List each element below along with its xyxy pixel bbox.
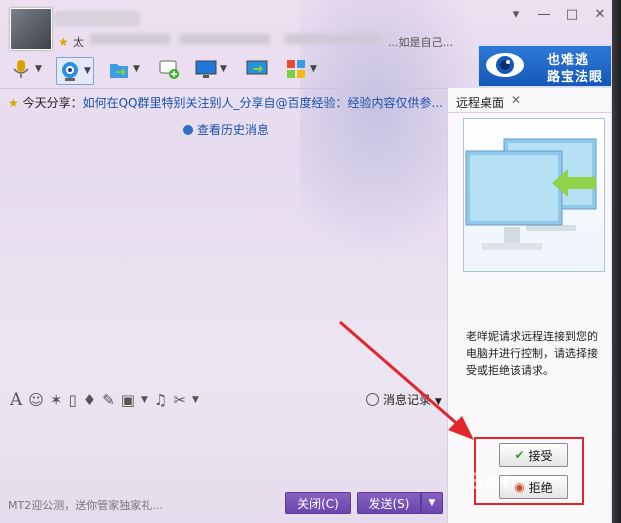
signature-blurred [90,34,170,44]
tab-remote-desktop[interactable]: 远程桌面 [456,94,504,111]
image-icon[interactable]: ▣ [121,391,135,409]
message-record-button[interactable]: 消息记录 ▼ [366,391,442,408]
share-star-icon: ★ [8,96,19,110]
create-group-tool[interactable] [158,57,180,81]
screen-share-icon [195,60,217,78]
eye-icon [486,53,524,77]
chevron-down-icon[interactable]: ▼ [435,397,442,407]
clock-icon [183,125,193,135]
clock-icon [366,393,379,406]
signature-blurred [285,34,380,44]
chevron-down-icon[interactable]: ▼ [35,64,42,74]
voice-call-tool[interactable]: ▼ [10,57,42,81]
voice-message-icon[interactable]: ♦ [83,391,96,409]
qq-chat-window: ★ 太 ...如是自己... ▾ — □ ✕ 也难逃 路宝法眼 ▼ ▼ ▼ ▼ … [0,0,612,523]
footer-ad-link[interactable]: MT2迎公测，送你管家独家礼... [8,497,163,513]
remote-desktop-illustration [463,118,605,272]
file-transfer-icon [110,64,128,78]
emoji-icon[interactable]: ☺ [28,391,44,409]
microphone-icon [13,60,29,78]
screen-share-tool[interactable]: ▼ [195,57,227,81]
font-icon[interactable]: A [10,390,22,410]
share-label: 今天分享： [22,96,83,110]
file-transfer-tool[interactable]: ▼ [108,57,140,81]
signature-text: ...如是自己... [388,36,453,49]
apps-icon [287,60,305,78]
chevron-down-icon: ▼ [428,498,436,508]
ad-line-2: 路宝法眼 [547,70,604,85]
edit-icon[interactable]: ✎ [102,391,115,409]
signature-blurred [180,34,270,44]
video-call-tool[interactable]: ▼ [56,57,94,85]
star-icon: ★ [58,35,69,49]
remote-desktop-tool[interactable] [246,57,268,81]
scissors-icon[interactable]: ✂ [173,391,186,409]
send-options-button[interactable]: ▼ [421,492,443,514]
shake-window-icon[interactable]: ▯ [69,391,77,409]
history-label: 查看历史消息 [197,123,270,137]
view-history-link[interactable]: 查看历史消息 [183,121,269,138]
avatar[interactable] [10,8,52,50]
create-group-icon [159,60,179,79]
maximize-button[interactable]: □ [561,6,583,24]
message-input[interactable] [0,413,446,488]
daily-share-bar: ★ 今天分享：如何在QQ群里特别关注别人_分享自@百度经验：经验内容仅供参... [8,94,448,110]
contact-name-blurred [54,11,140,27]
panel-divider [448,112,611,113]
window-menu-button[interactable]: ▾ [505,6,527,24]
close-window-button[interactable]: ✕ [589,6,611,24]
remote-request-message: 老咩妮请求远程连接到您的电脑并进行控制，请选择接受或拒绝该请求。 [466,330,598,377]
message-record-label: 消息记录 [383,393,432,407]
music-icon[interactable]: ♫ [154,391,167,409]
close-chat-button[interactable]: 关闭(C) [285,492,351,514]
ad-banner[interactable]: 也难逃 路宝法眼 [478,45,612,87]
send-button[interactable]: 发送(S) [357,492,421,514]
chevron-down-icon[interactable]: ▼ [141,395,148,405]
chevron-down-icon[interactable]: ▼ [220,64,227,74]
chevron-down-icon[interactable]: ▼ [133,64,140,74]
close-icon[interactable]: ✕ [511,93,521,107]
share-link[interactable]: 如何在QQ群里特别关注别人_分享自@百度经验：经验内容仅供参... [83,96,443,110]
background-desktop-strip [612,0,621,523]
video-call-icon [62,62,78,81]
minimize-button[interactable]: — [533,6,555,24]
magic-wand-icon[interactable]: ✶ [50,391,63,409]
chevron-down-icon[interactable]: ▼ [192,395,199,405]
signature-text: 太 [73,36,84,49]
apps-tool[interactable]: ▼ [285,57,317,81]
chevron-down-icon[interactable]: ▼ [310,64,317,74]
remote-desktop-icon [246,60,268,75]
chevron-down-icon[interactable]: ▼ [84,66,91,76]
watermark: Bai [468,470,511,495]
toolbar-divider [0,88,455,89]
editor-toolbar: A ☺ ✶ ▯ ♦ ✎ ▣ ▼ ♫ ✂ ▼ [10,389,270,411]
